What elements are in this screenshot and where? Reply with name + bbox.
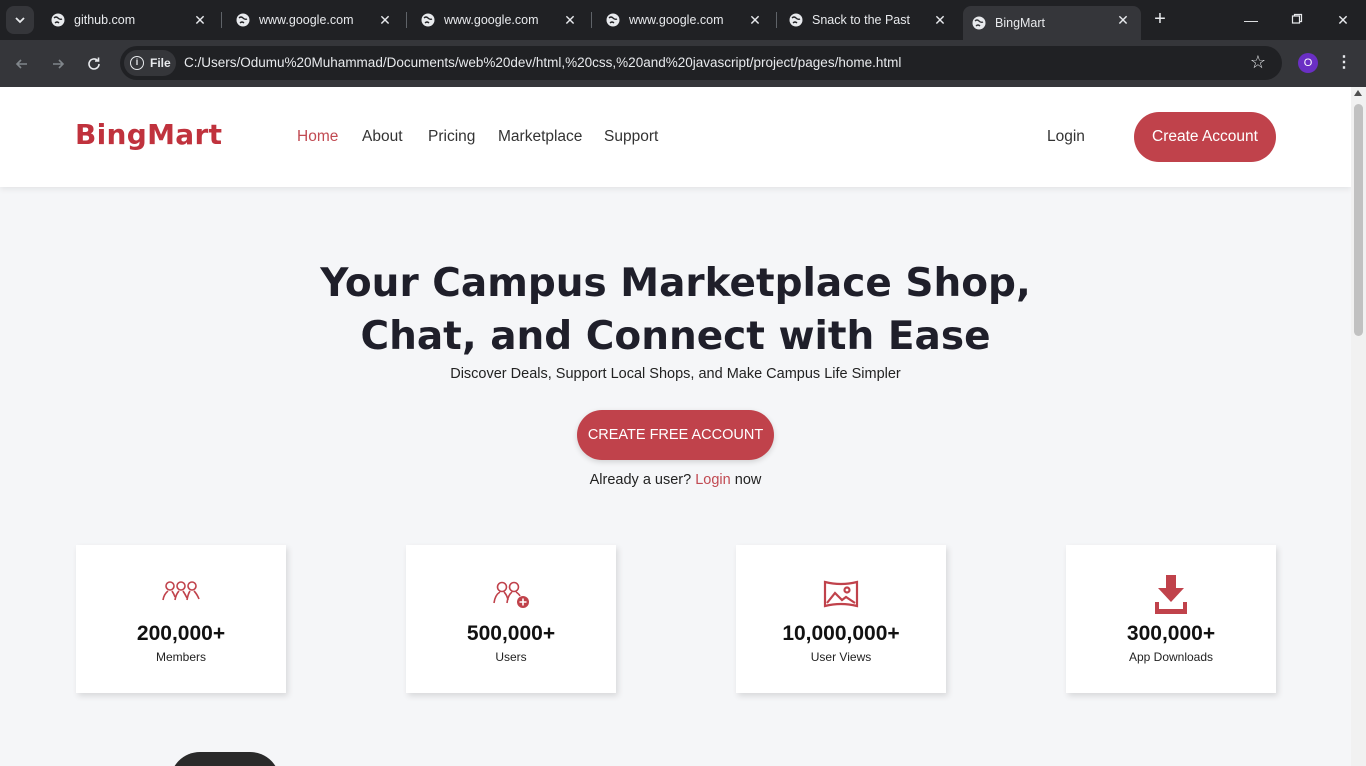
globe-icon	[606, 13, 620, 27]
stat-card-app-downloads: 300,000+ App Downloads	[1066, 545, 1276, 693]
stat-label: User Views	[810, 650, 872, 664]
chevron-down-icon	[15, 17, 25, 24]
close-icon[interactable]: ✕	[747, 12, 763, 28]
page-viewport: BingMart Home About Pricing Marketplace …	[0, 87, 1351, 766]
arrow-left-icon	[15, 59, 27, 69]
tab-title: BingMart	[995, 16, 1046, 30]
tab-title: Snack to the Past	[812, 13, 910, 27]
nav-about[interactable]: About	[362, 128, 403, 146]
scroll-up-arrow-icon[interactable]	[1354, 90, 1362, 96]
restore-button[interactable]	[1287, 10, 1307, 30]
tab-search-button[interactable]	[6, 6, 34, 34]
nav-marketplace[interactable]: Marketplace	[498, 128, 582, 146]
tab-title: www.google.com	[629, 13, 724, 27]
download-icon	[1150, 575, 1192, 614]
hero-subtitle: Discover Deals, Support Local Shops, and…	[450, 366, 901, 382]
tab-google-1[interactable]: www.google.com ✕	[227, 6, 403, 34]
header-login-link[interactable]: Login	[1047, 128, 1085, 146]
close-window-button[interactable]: ✕	[1333, 10, 1353, 30]
url-text[interactable]: C:/Users/Odumu%20Muhammad/Documents/web%…	[184, 55, 901, 70]
stat-value: 10,000,000+	[782, 622, 900, 645]
nav-support[interactable]: Support	[604, 128, 658, 146]
reload-icon	[88, 57, 100, 70]
globe-icon	[789, 13, 803, 27]
info-icon: i	[130, 56, 144, 70]
browser-menu-icon[interactable]: ⋮	[1334, 52, 1354, 74]
close-icon[interactable]: ✕	[562, 12, 578, 28]
stat-label: Members	[155, 650, 206, 664]
close-icon[interactable]: ✕	[377, 12, 393, 28]
nav-home[interactable]: Home	[297, 128, 338, 146]
restore-icon	[1291, 13, 1303, 24]
close-icon[interactable]: ✕	[192, 12, 208, 28]
bookmark-star-icon[interactable]: ☆	[1248, 52, 1268, 72]
stat-card-users: 500,000+ Users	[406, 545, 616, 693]
tab-google-3[interactable]: www.google.com ✕	[597, 6, 773, 34]
new-tab-button[interactable]: +	[1150, 9, 1170, 30]
hero-title-line-1: Your Campus Marketplace Shop,	[320, 261, 1031, 306]
tab-separator	[221, 12, 222, 28]
brand-logo[interactable]: BingMart	[75, 118, 222, 151]
close-icon[interactable]: ✕	[1115, 12, 1131, 28]
stat-value: 200,000+	[136, 622, 226, 645]
stat-card-members: 200,000+ Members	[76, 545, 286, 693]
profile-photo	[170, 752, 280, 766]
already-suffix: now	[734, 472, 762, 488]
tab-separator	[776, 12, 777, 28]
group-icon	[160, 579, 202, 613]
hero-title: Your Campus Marketplace Shop, Chat, and …	[0, 257, 1351, 363]
globe-icon	[51, 13, 65, 27]
tab-snack-to-the-past[interactable]: Snack to the Past ✕	[782, 6, 958, 34]
hero-title-line-2: Chat, and Connect with Ease	[360, 314, 991, 359]
site-info-chip[interactable]: i File	[124, 50, 176, 76]
hero-login-link[interactable]: Login	[695, 472, 730, 488]
stat-value: 300,000+	[1126, 622, 1216, 645]
profile-avatar[interactable]: O	[1298, 53, 1318, 73]
tab-title: github.com	[74, 13, 136, 27]
globe-icon	[421, 13, 435, 27]
stat-label: Users	[495, 650, 527, 664]
reload-button[interactable]	[82, 52, 106, 76]
arrow-right-icon	[53, 59, 65, 69]
create-account-button[interactable]: Create Account	[1134, 112, 1276, 162]
stat-label: App Downloads	[1128, 650, 1214, 664]
tab-separator	[406, 12, 407, 28]
back-button[interactable]	[10, 52, 34, 76]
stat-card-user-views: 10,000,000+ User Views	[736, 545, 946, 693]
forward-button[interactable]	[46, 52, 70, 76]
minimize-button[interactable]: —	[1241, 10, 1261, 30]
site-header: BingMart Home About Pricing Marketplace …	[0, 87, 1351, 187]
browser-tab-strip: github.com ✕ www.google.com ✕ www.google…	[0, 0, 1366, 40]
image-icon	[820, 579, 862, 613]
tab-github[interactable]: github.com ✕	[42, 6, 218, 34]
tab-title: www.google.com	[259, 13, 354, 27]
close-icon[interactable]: ✕	[932, 12, 948, 28]
globe-icon	[236, 13, 250, 27]
tab-separator	[591, 12, 592, 28]
tab-google-2[interactable]: www.google.com ✕	[412, 6, 588, 34]
tab-bingmart[interactable]: BingMart ✕	[963, 6, 1141, 40]
site-chip-label: File	[150, 56, 171, 70]
tab-title: www.google.com	[444, 13, 539, 27]
globe-icon	[972, 16, 986, 30]
add-user-icon	[490, 579, 532, 613]
scrollbar-thumb[interactable]	[1354, 104, 1363, 336]
nav-pricing[interactable]: Pricing	[428, 128, 475, 146]
stat-value: 500,000+	[466, 622, 556, 645]
already-user-text: Already a user? Login now	[0, 472, 1351, 488]
already-prefix: Already a user?	[589, 472, 692, 488]
create-free-account-button[interactable]: CREATE FREE ACCOUNT	[577, 410, 774, 460]
